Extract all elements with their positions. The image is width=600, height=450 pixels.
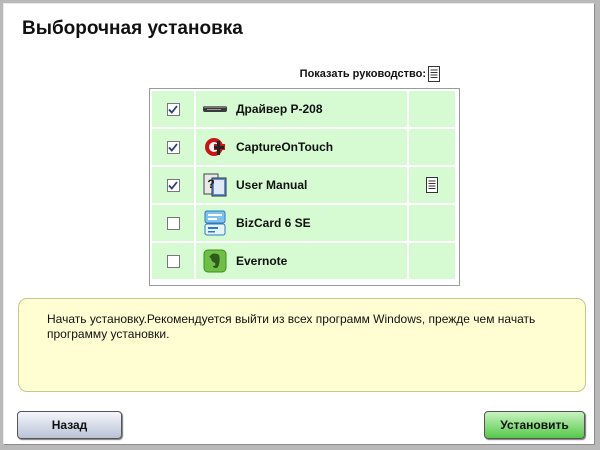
- component-list: Драйвер P-208 CaptureOnTouch ? User Manu…: [149, 88, 460, 286]
- page-title: Выборочная установка: [22, 18, 243, 39]
- document-icon: [428, 66, 440, 82]
- guide-cell: [409, 167, 455, 203]
- component-row-captureontouch: CaptureOnTouch: [152, 129, 457, 165]
- component-name: BizCard 6 SE: [236, 216, 311, 230]
- evernote-icon: [202, 248, 228, 274]
- show-guide-document-icon[interactable]: [426, 177, 438, 193]
- checkbox-cell: [152, 205, 194, 241]
- install-button[interactable]: Установить: [484, 411, 585, 439]
- component-name: User Manual: [236, 178, 308, 192]
- evernote-checkbox[interactable]: [166, 254, 180, 268]
- guide-cell: [409, 129, 455, 165]
- installer-window: Выборочная установка Показать руководств…: [3, 3, 595, 445]
- user-manual-checkbox[interactable]: [166, 178, 180, 192]
- component-name: CaptureOnTouch: [236, 140, 334, 154]
- name-cell: CaptureOnTouch: [196, 129, 407, 165]
- component-row-user-manual: ? User Manual: [152, 167, 457, 203]
- checkmark-icon: [168, 104, 178, 114]
- install-message-box: Начать установку.Рекомендуется выйти из …: [18, 298, 586, 392]
- checkbox-cell: [152, 91, 194, 127]
- show-guide-header: Показать руководство:: [300, 66, 440, 82]
- name-cell: Evernote: [196, 243, 407, 279]
- back-button[interactable]: Назад: [17, 411, 122, 439]
- checkmark-icon: [168, 180, 178, 190]
- guide-cell: [409, 91, 455, 127]
- install-message-text: Начать установку.Рекомендуется выйти из …: [47, 312, 536, 341]
- checkmark-icon: [168, 142, 178, 152]
- bizcard-checkbox[interactable]: [166, 216, 180, 230]
- svg-text:?: ?: [207, 177, 214, 191]
- manual-icon: ?: [202, 172, 228, 198]
- bizcard-icon: [202, 210, 228, 236]
- guide-cell: [409, 243, 455, 279]
- component-row-evernote: Evernote: [152, 243, 457, 279]
- driver-checkbox[interactable]: [166, 102, 180, 116]
- guide-cell: [409, 205, 455, 241]
- component-row-bizcard: BizCard 6 SE: [152, 205, 457, 241]
- component-row-driver: Драйвер P-208: [152, 91, 457, 127]
- captureontouch-checkbox[interactable]: [166, 140, 180, 154]
- name-cell: BizCard 6 SE: [196, 205, 407, 241]
- component-name: Evernote: [236, 254, 288, 268]
- checkbox-cell: [152, 129, 194, 165]
- checkbox-cell: [152, 243, 194, 279]
- capture-on-touch-icon: [202, 134, 228, 160]
- scanner-icon: [202, 96, 228, 122]
- component-name: Драйвер P-208: [236, 102, 323, 116]
- checkbox-cell: [152, 167, 194, 203]
- name-cell: ? User Manual: [196, 167, 407, 203]
- show-guide-label: Показать руководство:: [299, 68, 426, 80]
- name-cell: Драйвер P-208: [196, 91, 407, 127]
